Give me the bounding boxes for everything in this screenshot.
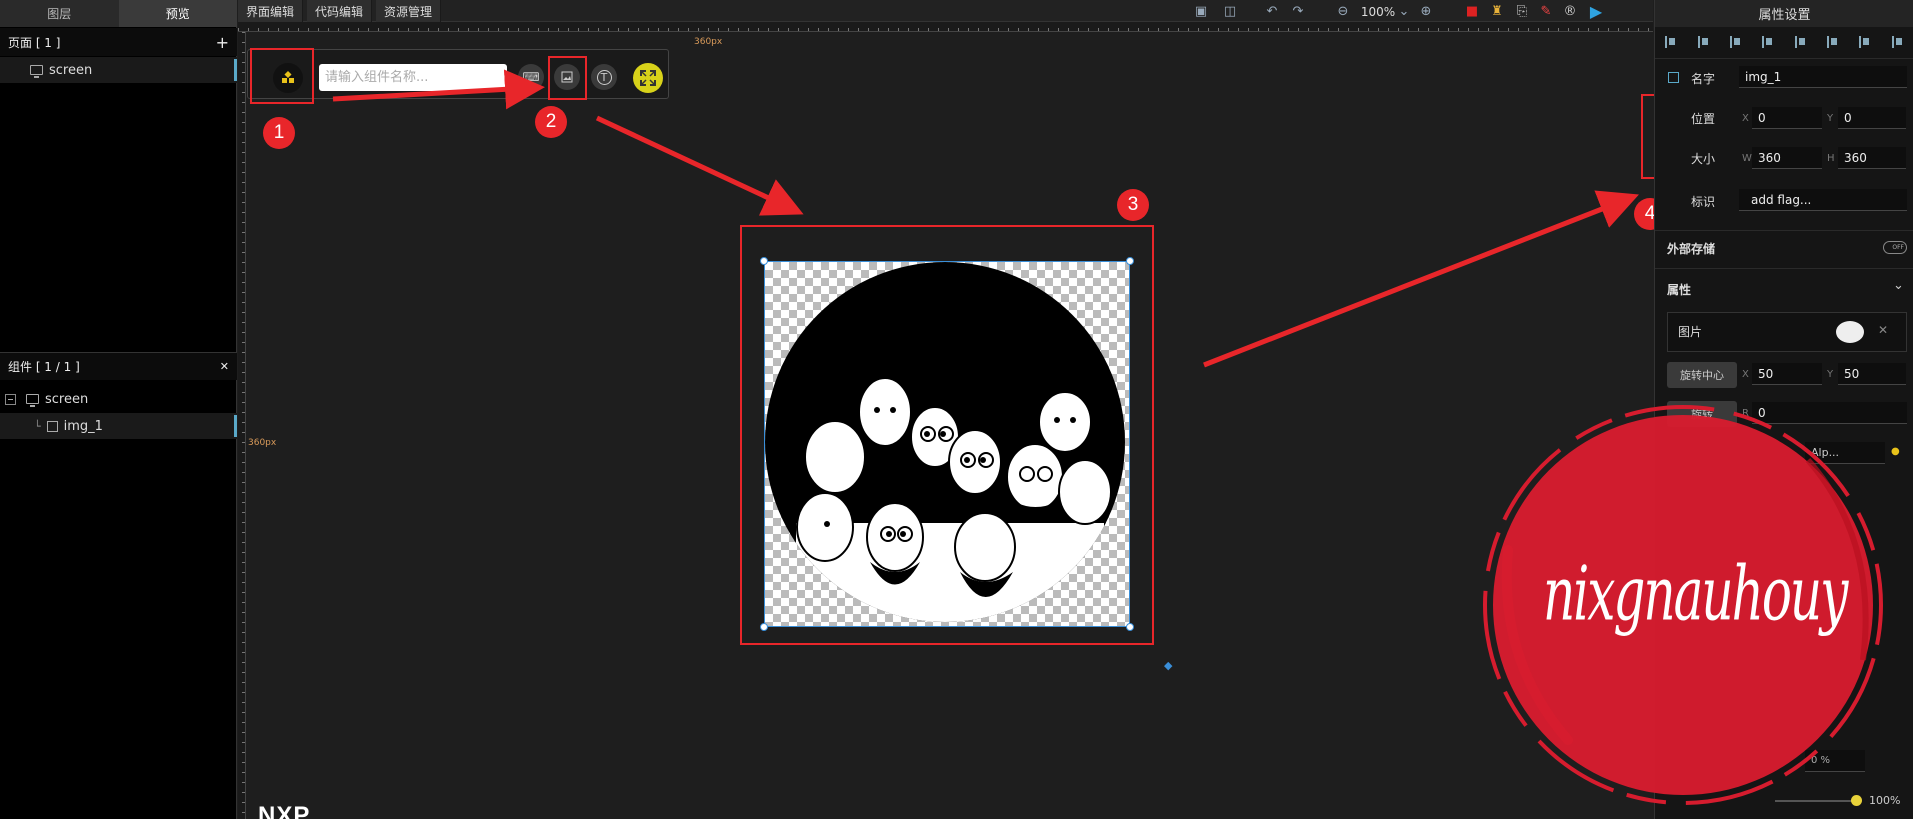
align-toolbar bbox=[1655, 30, 1913, 54]
flag-input[interactable]: add flag... bbox=[1739, 189, 1907, 211]
align-bottom-icon[interactable] bbox=[1827, 36, 1839, 48]
pos-x-axis: X bbox=[1742, 113, 1749, 124]
size-h-input[interactable]: 360 bbox=[1838, 147, 1906, 169]
pivot-x-axis: X bbox=[1742, 369, 1749, 380]
position-y-input[interactable]: 0 bbox=[1838, 107, 1906, 129]
pos-y-axis: Y bbox=[1827, 113, 1834, 124]
name-input[interactable]: img_1 bbox=[1739, 66, 1907, 88]
external-storage-toggle[interactable]: OFF bbox=[1883, 241, 1907, 254]
align-center-icon[interactable] bbox=[1697, 36, 1710, 48]
image-thumbnail bbox=[1836, 321, 1864, 343]
pivot-x-input[interactable]: 50 bbox=[1752, 363, 1822, 385]
align-middle-icon[interactable] bbox=[1794, 36, 1807, 48]
divider bbox=[1655, 230, 1913, 231]
size-label: 大小 bbox=[1691, 152, 1716, 166]
info-icon[interactable]: ● bbox=[1891, 446, 1900, 457]
position-label: 位置 bbox=[1691, 112, 1716, 126]
attributes-label: 属性 bbox=[1667, 283, 1692, 297]
annotation-badge-2: 2 bbox=[535, 106, 567, 138]
properties-title: 属性设置 bbox=[1655, 0, 1913, 27]
size-w-input[interactable]: 360 bbox=[1752, 147, 1822, 169]
name-label: 名字 bbox=[1691, 72, 1716, 86]
stamp-text: nixgnauhouy bbox=[1543, 550, 1848, 638]
divider bbox=[1655, 58, 1913, 59]
image-label: 图片 bbox=[1678, 325, 1703, 339]
align-top-icon[interactable] bbox=[1762, 36, 1774, 48]
toggle-text: OFF bbox=[1892, 244, 1904, 251]
distribute-h-icon[interactable] bbox=[1859, 36, 1871, 48]
size-w-axis: W bbox=[1742, 153, 1752, 164]
stamp-watermark: nixgnauhouy bbox=[1478, 400, 1888, 810]
pivot-y-axis: Y bbox=[1827, 369, 1834, 380]
pivot-label[interactable]: 旋转中心 bbox=[1667, 362, 1737, 388]
annotation-badge-3: 3 bbox=[1117, 189, 1149, 221]
pivot-y-input[interactable]: 50 bbox=[1838, 363, 1906, 385]
position-x-input[interactable]: 0 bbox=[1752, 107, 1822, 129]
align-right-icon[interactable] bbox=[1729, 36, 1742, 48]
close-icon[interactable]: ✕ bbox=[1878, 323, 1888, 337]
divider bbox=[1655, 268, 1913, 269]
align-left-icon[interactable] bbox=[1665, 36, 1677, 48]
size-h-axis: H bbox=[1827, 153, 1835, 164]
flag-label: 标识 bbox=[1691, 195, 1716, 209]
image-icon bbox=[1668, 72, 1679, 83]
distribute-v-icon[interactable] bbox=[1891, 36, 1904, 48]
chevron-down-icon[interactable]: ⌄ bbox=[1893, 278, 1904, 293]
image-field[interactable]: 图片 ✕ bbox=[1667, 312, 1907, 352]
external-storage-label: 外部存储 bbox=[1667, 242, 1716, 256]
annotation-badge-1: 1 bbox=[263, 117, 295, 149]
